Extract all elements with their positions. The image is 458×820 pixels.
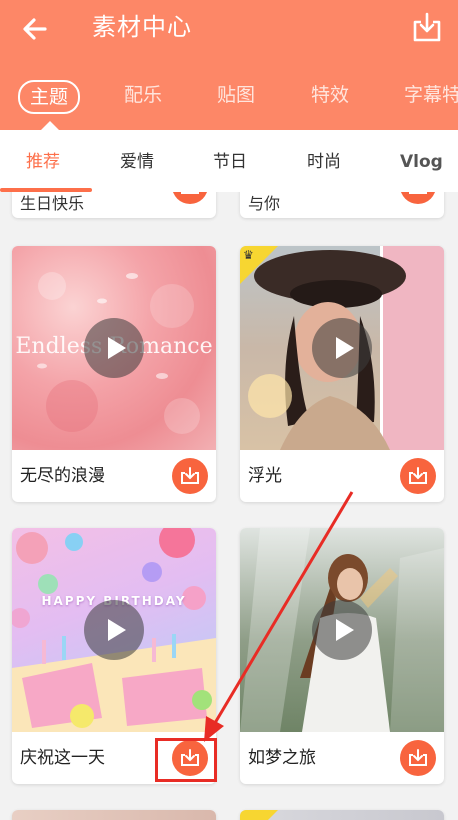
play-icon[interactable] <box>312 318 372 378</box>
template-card[interactable]: ♛ 浮光 <box>240 246 444 502</box>
template-thumbnail <box>12 810 216 820</box>
back-arrow-icon[interactable] <box>18 12 52 46</box>
template-card[interactable] <box>12 810 216 820</box>
category-tab-effects[interactable]: 特效 <box>311 82 349 108</box>
category-tabs: 主题 配乐 贴图 特效 字幕特 <box>0 62 458 130</box>
template-thumbnail: HAPPY BIRTHDAY <box>12 528 216 732</box>
active-tab-underline <box>0 188 92 192</box>
download-icon <box>181 192 199 194</box>
category-tab-theme[interactable]: 主题 <box>18 80 81 114</box>
crown-icon: ♛ <box>243 248 254 262</box>
download-button[interactable] <box>172 192 208 204</box>
page-title: 素材中心 <box>92 13 192 41</box>
download-icon <box>409 192 427 194</box>
premium-badge <box>240 810 278 820</box>
template-title: 浮光 <box>248 466 282 486</box>
template-title: 无尽的浪漫 <box>20 466 105 486</box>
template-title: 与你 <box>248 194 281 213</box>
download-button[interactable] <box>400 458 436 494</box>
template-card[interactable]: 如梦之旅 <box>240 528 444 784</box>
sub-tabs: 推荐 爱情 节日 时尚 Vlog <box>0 130 458 192</box>
active-category-pointer <box>41 121 59 130</box>
download-icon <box>409 467 427 484</box>
template-card[interactable] <box>240 810 444 820</box>
download-icon <box>409 749 427 766</box>
download-manager-icon[interactable] <box>412 10 442 44</box>
sub-tab-love[interactable]: 爱情 <box>120 150 154 174</box>
category-tab-subtitles[interactable]: 字幕特 <box>404 82 458 108</box>
template-thumbnail <box>240 528 444 732</box>
download-button[interactable] <box>400 740 436 776</box>
play-icon[interactable] <box>84 600 144 660</box>
category-tab-stickers[interactable]: 贴图 <box>217 82 255 108</box>
template-title: 生日快乐 <box>20 194 85 213</box>
sub-tab-holiday[interactable]: 节日 <box>213 150 247 174</box>
play-icon[interactable] <box>84 318 144 378</box>
sub-tab-fashion[interactable]: 时尚 <box>307 150 341 174</box>
download-icon <box>181 467 199 484</box>
template-card[interactable]: Endless Romance 无尽的浪漫 <box>12 246 216 502</box>
download-button[interactable] <box>400 192 436 204</box>
highlight-box <box>155 738 217 782</box>
category-tab-music[interactable]: 配乐 <box>124 82 162 108</box>
app-header: 素材中心 <box>0 0 458 62</box>
template-thumbnail: Endless Romance <box>12 246 216 450</box>
template-grid: 生日快乐 与你 Endless Romance 无尽的浪漫 ♛ 浮光 HAPPY… <box>0 192 458 820</box>
sub-tab-vlog[interactable]: Vlog <box>400 150 443 174</box>
sub-tab-recommended[interactable]: 推荐 <box>26 150 60 174</box>
download-button[interactable] <box>172 458 208 494</box>
template-card[interactable]: 与你 <box>240 192 444 218</box>
template-card[interactable]: 生日快乐 <box>12 192 216 218</box>
template-title: 庆祝这一天 <box>20 748 105 768</box>
play-icon[interactable] <box>312 600 372 660</box>
template-title: 如梦之旅 <box>248 748 316 768</box>
